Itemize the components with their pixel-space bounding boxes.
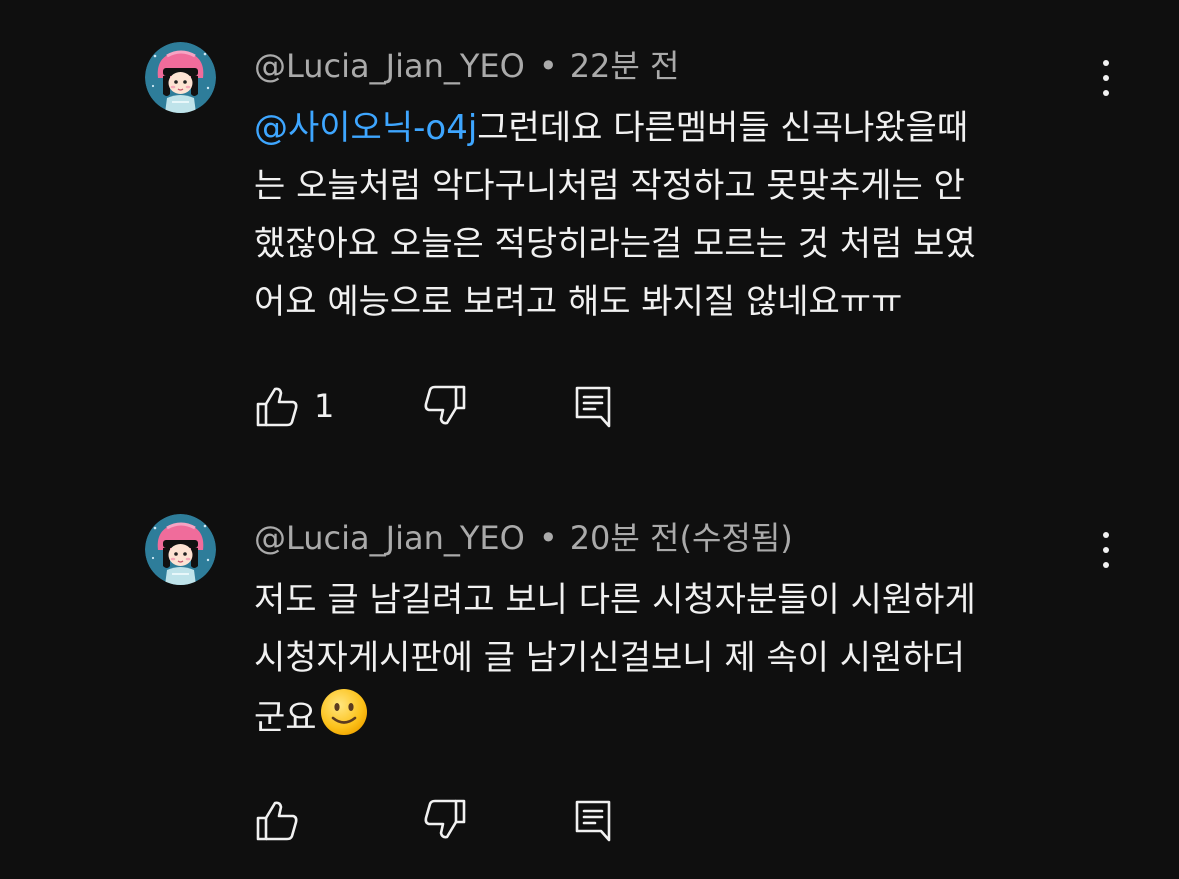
- comment-time[interactable]: 20분 전(수정됨): [570, 519, 793, 557]
- like-count: 1: [314, 387, 335, 425]
- mention-link[interactable]: @사이오닉-o4j: [254, 108, 477, 148]
- smiley-icon: [320, 689, 367, 735]
- reply-icon: [575, 800, 611, 842]
- more-vertical-icon-dot: [1103, 90, 1109, 96]
- comment-meta: @Lucia_Jian_YEO • 22분 전: [254, 46, 679, 86]
- comment-line: 군요: [254, 687, 1104, 755]
- comment-text: 저도 글 남길려고 보니 다른 시청자분들이 시원하게 시청자게시판에 글 남기…: [254, 571, 1104, 755]
- comment-time[interactable]: 22분 전: [570, 47, 680, 85]
- comment-line: 저도 글 남길려고 보니 다른 시청자분들이 시원하게: [254, 580, 976, 620]
- more-vertical-icon-dot: [1103, 562, 1109, 568]
- like-button[interactable]: [254, 796, 300, 844]
- more-vertical-icon-dot: [1103, 547, 1109, 553]
- avatar[interactable]: [145, 42, 216, 113]
- author-name[interactable]: @Lucia_Jian_YEO: [254, 519, 525, 557]
- slightly-smiling-face-emoji: [319, 687, 369, 755]
- comment-line: 는 오늘처럼 악다구니처럼 작정하고 못맞추게는 안: [254, 166, 965, 206]
- thumbs-up-icon: [256, 387, 298, 427]
- avatar-icon: [145, 42, 216, 113]
- comment-line-text: 그런데요 다른멤버들 신곡나왔을때: [477, 108, 969, 148]
- comment-line-text: 군요: [254, 698, 317, 738]
- author-name[interactable]: @Lucia_Jian_YEO: [254, 47, 525, 85]
- avatar[interactable]: [145, 514, 216, 585]
- comment-line: 어요 예능으로 보려고 해도 봐지질 않네요ㅠㅠ: [254, 282, 903, 322]
- more-vertical-icon: [1103, 532, 1109, 538]
- dislike-button[interactable]: [422, 796, 468, 844]
- reply-button[interactable]: [572, 382, 618, 430]
- meta-separator: •: [538, 47, 558, 85]
- comment-text: @사이오닉-o4j그런데요 다른멤버들 신곡나왔을때 는 오늘처럼 악다구니처럼…: [254, 99, 1104, 331]
- thumbs-down-icon: [424, 385, 466, 425]
- more-actions-button[interactable]: [1090, 56, 1122, 100]
- comment-line: 시청자게시판에 글 남기신걸보니 제 속이 시원하더: [254, 638, 965, 678]
- more-actions-button[interactable]: [1090, 528, 1122, 572]
- thumbs-down-icon: [424, 799, 466, 839]
- like-button[interactable]: 1: [254, 382, 334, 430]
- meta-separator: •: [538, 519, 558, 557]
- avatar-icon: [145, 514, 216, 585]
- thumbs-up-icon: [256, 801, 298, 841]
- comment-meta: @Lucia_Jian_YEO • 20분 전(수정됨): [254, 518, 793, 558]
- comment-line: @사이오닉-o4j그런데요 다른멤버들 신곡나왔을때: [254, 99, 1104, 157]
- dislike-button[interactable]: [422, 382, 468, 430]
- reply-button[interactable]: [572, 796, 618, 844]
- comment-line: 했잖아요 오늘은 적당히라는걸 모르는 것 처럼 보였: [254, 224, 976, 264]
- reply-icon: [575, 386, 611, 428]
- more-vertical-icon: [1103, 60, 1109, 66]
- more-vertical-icon-dot: [1103, 75, 1109, 81]
